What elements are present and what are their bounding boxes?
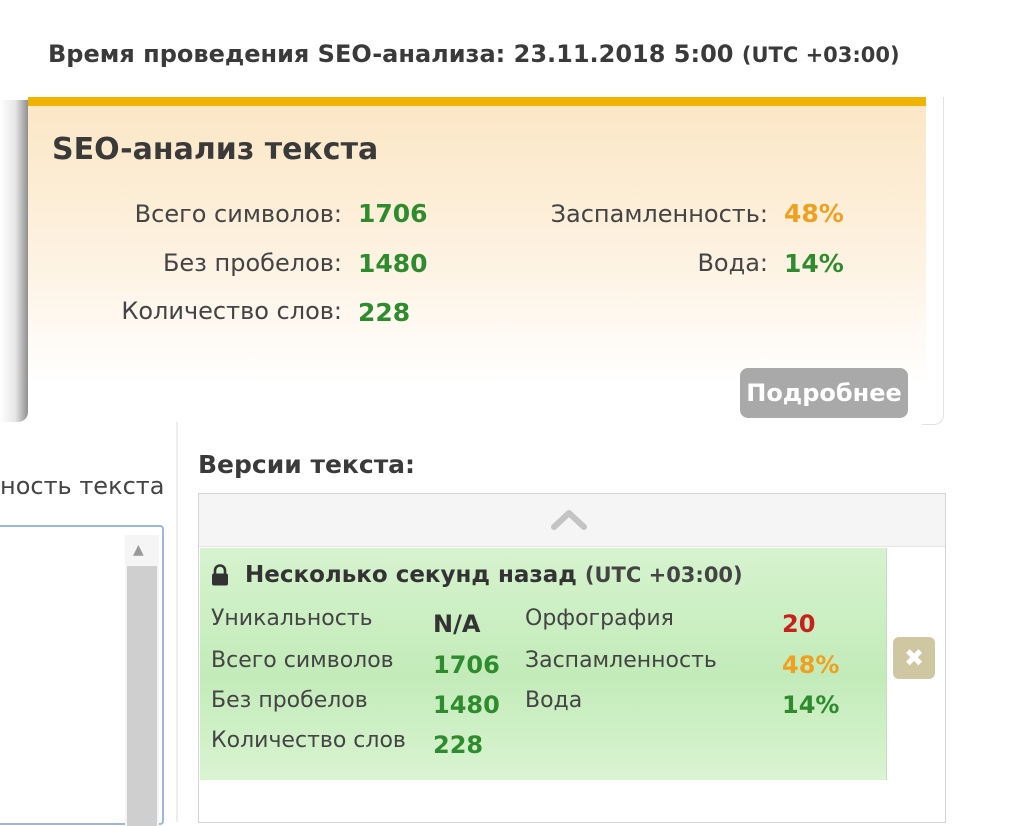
version-no-spaces-label: Без пробелов	[211, 688, 368, 713]
version-spelling-value: 20	[782, 610, 816, 638]
no-spaces-label: Без пробелов:	[162, 249, 342, 277]
close-icon: ✖	[903, 644, 925, 672]
total-chars-label: Всего символов:	[134, 200, 342, 228]
version-title: Несколько секунд назад (UTC +03:00)	[245, 562, 743, 588]
card-edge	[922, 97, 944, 425]
analysis-time-value: 23.11.2018 5:00	[513, 40, 734, 68]
no-spaces-value: 1480	[358, 249, 428, 278]
delete-version-button[interactable]: ✖	[893, 637, 935, 679]
version-time: Несколько секунд назад	[245, 562, 577, 588]
spam-value: 48%	[784, 199, 844, 228]
version-spam-value: 48%	[782, 651, 840, 679]
version-uniqueness-label: Уникальность	[211, 606, 373, 631]
water-label: Вода:	[697, 249, 768, 277]
words-value: 228	[358, 298, 411, 327]
analysis-time-label: Время проведения SEO-анализа:	[48, 40, 506, 68]
analysis-time: Время проведения SEO-анализа: 23.11.2018…	[48, 40, 900, 68]
uniqueness-tab[interactable]: ность текста	[0, 472, 164, 500]
version-spam-label: Заспамленность	[525, 648, 717, 673]
version-tz: (UTC +03:00)	[584, 563, 743, 587]
spam-label: Заспамленность:	[550, 200, 768, 228]
versions-title: Версии текста:	[198, 450, 416, 479]
version-uniqueness-value: N/A	[433, 610, 481, 638]
total-chars-value: 1706	[358, 199, 428, 228]
more-details-button[interactable]: Подробнее	[740, 368, 908, 418]
scrollbar-thumb[interactable]	[127, 566, 157, 826]
analysis-time-tz: (UTC +03:00)	[741, 43, 900, 67]
version-total-chars-label: Всего символов	[211, 648, 394, 673]
version-water-label: Вода	[525, 688, 583, 713]
version-total-chars-value: 1706	[433, 651, 500, 679]
water-value: 14%	[784, 249, 844, 278]
chevron-up-icon[interactable]	[551, 508, 587, 530]
panel-divider	[176, 422, 178, 822]
version-water-value: 14%	[782, 691, 840, 719]
version-words-label: Количество слов	[211, 728, 406, 753]
version-no-spaces-value: 1480	[433, 691, 500, 719]
seo-card-title: SEO-анализ текста	[52, 132, 379, 167]
left-panel-edge	[0, 100, 28, 422]
version-spelling-label: Орфография	[525, 606, 674, 631]
arrow-up-icon[interactable]: ▲	[133, 542, 144, 558]
lock-icon	[212, 564, 228, 586]
version-words-value: 228	[433, 731, 484, 759]
words-label: Количество слов:	[121, 297, 342, 325]
